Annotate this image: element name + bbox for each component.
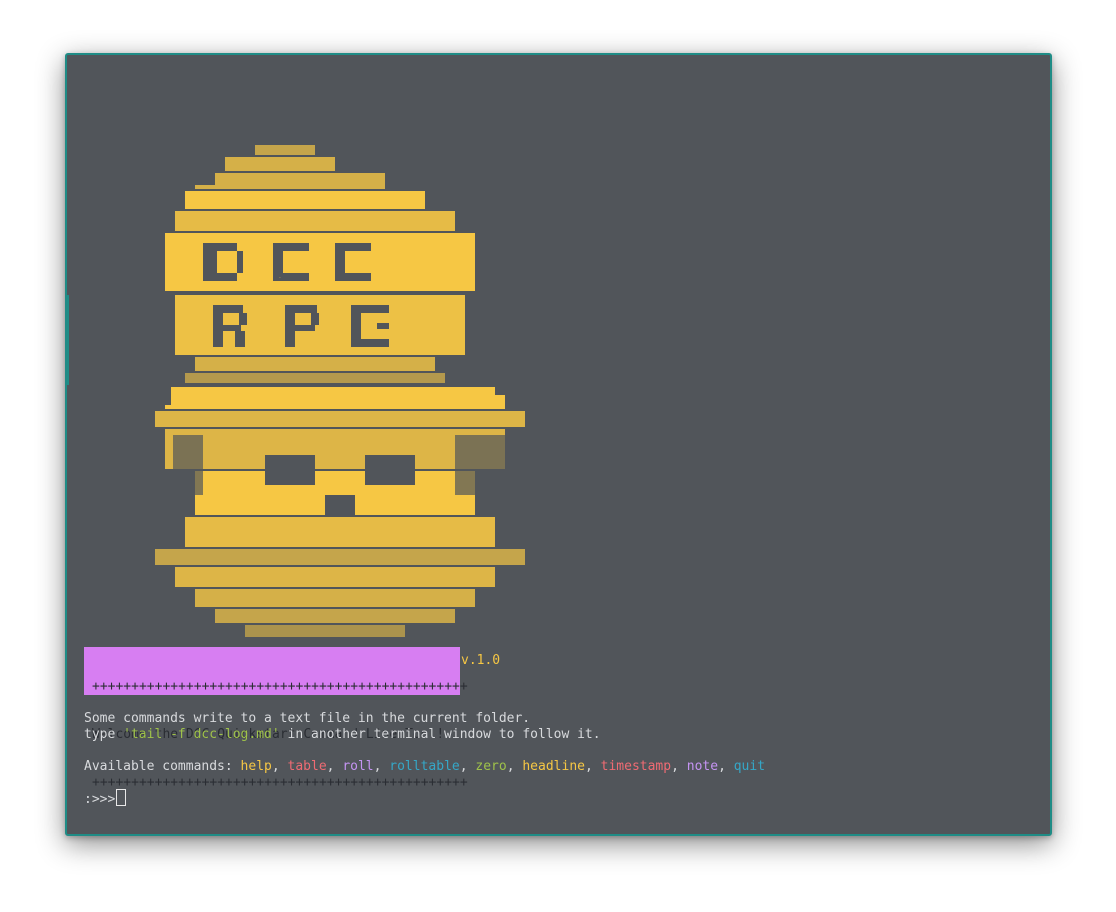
available-commands: Available commands: help, table, roll, r… — [84, 759, 765, 775]
prompt-symbol: :>>> — [84, 792, 116, 807]
info-line-2: type 'tail -f dcc-log.md' in another ter… — [84, 727, 601, 743]
command-quit[interactable]: quit — [734, 759, 765, 774]
command-roll[interactable]: roll — [342, 759, 373, 774]
command-separator: , — [506, 759, 523, 774]
command-separator: , — [271, 759, 288, 774]
command-separator: , — [326, 759, 343, 774]
commands-label: Available commands: — [84, 759, 241, 774]
command-help[interactable]: help — [241, 759, 272, 774]
welcome-banner: ++++++++++++++++++++++++++++++++++++++++… — [84, 647, 468, 790]
info-line-2-prefix: type — [84, 727, 124, 742]
ascii-skull-art: DCC RPG — [155, 135, 535, 660]
text-cursor — [116, 789, 127, 806]
command-separator: , — [671, 759, 687, 774]
command-separator: , — [373, 759, 390, 774]
command-note[interactable]: note — [687, 759, 718, 774]
command-headline[interactable]: headline — [522, 759, 585, 774]
info-line-2-suffix: in another terminal window to follow it. — [279, 727, 601, 742]
info-line-1: Some commands write to a text file in th… — [84, 711, 531, 726]
command-separator: , — [718, 759, 734, 774]
command-separator: , — [459, 759, 476, 774]
terminal-window[interactable]: DCC RPG v.1.0 ++++++++++++++++++++++++++… — [65, 53, 1052, 836]
command-zero[interactable]: zero — [475, 759, 506, 774]
command-rolltable[interactable]: rolltable — [389, 759, 459, 774]
tail-command-text: 'tail -f dcc-log.md' — [123, 727, 280, 742]
version-label: v.1.0 — [461, 653, 501, 668]
window-edge-accent — [67, 295, 69, 385]
command-timestamp[interactable]: timestamp — [601, 759, 671, 774]
command-prompt[interactable]: :>>> — [84, 789, 127, 808]
command-separator: , — [584, 759, 601, 774]
banner-border-top: ++++++++++++++++++++++++++++++++++++++++… — [92, 679, 468, 694]
banner-border-bottom: ++++++++++++++++++++++++++++++++++++++++… — [92, 775, 468, 790]
command-table[interactable]: table — [288, 759, 327, 774]
